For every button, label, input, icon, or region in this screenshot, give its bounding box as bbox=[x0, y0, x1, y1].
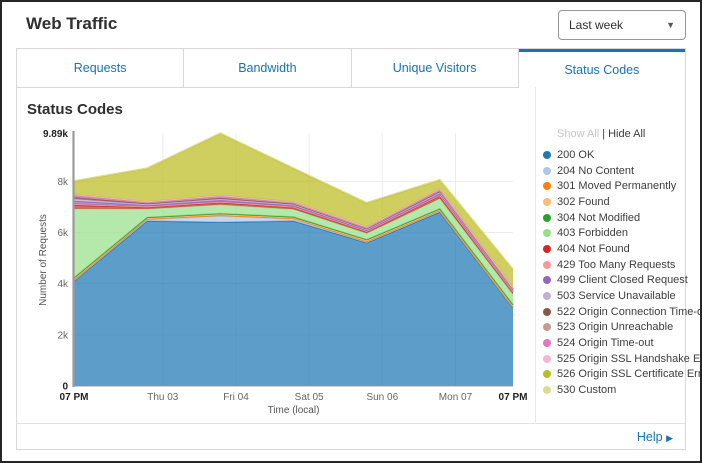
chart-legend: Show All|Hide All 200 OK 204 No Content 30… bbox=[543, 128, 691, 398]
legend-divider bbox=[535, 87, 536, 424]
tab-unique-visitors-label: Unique Visitors bbox=[393, 61, 477, 75]
legend-item-label: 523 Origin Unreachable bbox=[557, 321, 673, 333]
legend-item-204[interactable]: 204 No Content bbox=[543, 163, 691, 179]
tab-unique-visitors[interactable]: Unique Visitors bbox=[352, 49, 519, 88]
legend-item-label: 301 Moved Permanently bbox=[557, 180, 676, 192]
legend-dot-icon bbox=[543, 151, 551, 159]
hide-all-link[interactable]: Hide All bbox=[608, 128, 645, 140]
legend-item-label: 200 OK bbox=[557, 149, 594, 161]
legend-dot-icon bbox=[543, 339, 551, 347]
legend-dot-icon bbox=[543, 370, 551, 378]
help-link[interactable]: Help ▶ bbox=[637, 430, 673, 444]
legend-item-label: 503 Service Unavailable bbox=[557, 290, 676, 302]
legend-dot-icon bbox=[543, 245, 551, 253]
legend-header: Show All|Hide All bbox=[543, 128, 691, 140]
legend-item-404[interactable]: 404 Not Found bbox=[543, 241, 691, 257]
legend-dot-icon bbox=[543, 182, 551, 190]
legend-dot-icon bbox=[543, 323, 551, 331]
chevron-down-icon: ▼ bbox=[666, 20, 675, 30]
legend-dot-icon bbox=[543, 261, 551, 269]
legend-item-label: 499 Client Closed Request bbox=[557, 274, 688, 286]
tab-status-codes[interactable]: Status Codes bbox=[519, 49, 685, 88]
legend-item-403[interactable]: 403 Forbidden bbox=[543, 225, 691, 241]
legend-item-429[interactable]: 429 Too Many Requests bbox=[543, 257, 691, 273]
legend-item-200[interactable]: 200 OK bbox=[543, 147, 691, 163]
legend-item-label: 404 Not Found bbox=[557, 243, 630, 255]
legend-dot-icon bbox=[543, 198, 551, 206]
legend-dot-icon bbox=[543, 386, 551, 394]
legend-item-503[interactable]: 503 Service Unavailable bbox=[543, 288, 691, 304]
legend-item-label: 525 Origin SSL Handshake Error bbox=[557, 353, 702, 365]
legend-item-label: 526 Origin SSL Certificate Error bbox=[557, 368, 702, 380]
legend-dot-icon bbox=[543, 355, 551, 363]
page-title: Web Traffic bbox=[26, 14, 117, 34]
card-footer: Help ▶ bbox=[17, 423, 685, 449]
tab-bandwidth[interactable]: Bandwidth bbox=[184, 49, 351, 88]
legend-dot-icon bbox=[543, 229, 551, 237]
chart-title: Status Codes bbox=[27, 101, 123, 118]
legend-item-label: 530 Custom bbox=[557, 384, 616, 396]
legend-item-523[interactable]: 523 Origin Unreachable bbox=[543, 320, 691, 336]
legend-item-302[interactable]: 302 Found bbox=[543, 194, 691, 210]
legend-dot-icon bbox=[543, 276, 551, 284]
tab-status-codes-label: Status Codes bbox=[564, 63, 639, 77]
legend-item-label: 403 Forbidden bbox=[557, 227, 628, 239]
tab-requests[interactable]: Requests bbox=[17, 49, 184, 88]
legend-dot-icon bbox=[543, 292, 551, 300]
legend-item-304[interactable]: 304 Not Modified bbox=[543, 210, 691, 226]
legend-item-label: 304 Not Modified bbox=[557, 212, 640, 224]
legend-header-separator: | bbox=[602, 128, 605, 140]
legend-item-301[interactable]: 301 Moved Permanently bbox=[543, 178, 691, 194]
legend-item-label: 302 Found bbox=[557, 196, 610, 208]
tab-bar: Requests Bandwidth Unique Visitors Statu… bbox=[17, 49, 685, 88]
legend-item-522[interactable]: 522 Origin Connection Time-out bbox=[543, 304, 691, 320]
legend-dot-icon bbox=[543, 214, 551, 222]
legend-dot-icon bbox=[543, 308, 551, 316]
legend-item-label: 204 No Content bbox=[557, 165, 634, 177]
help-arrow-icon: ▶ bbox=[666, 433, 673, 443]
legend-item-526[interactable]: 526 Origin SSL Certificate Error bbox=[543, 367, 691, 383]
time-range-value: Last week bbox=[569, 18, 666, 32]
web-traffic-panel: Web Traffic Last week ▼ Requests Bandwid… bbox=[0, 0, 702, 463]
legend-item-524[interactable]: 524 Origin Time-out bbox=[543, 335, 691, 351]
legend-item-525[interactable]: 525 Origin SSL Handshake Error bbox=[543, 351, 691, 367]
legend-items: 200 OK 204 No Content 301 Moved Permanentl… bbox=[543, 147, 691, 398]
show-all-link[interactable]: Show All bbox=[557, 128, 599, 140]
legend-item-label: 524 Origin Time-out bbox=[557, 337, 654, 349]
tab-requests-label: Requests bbox=[74, 61, 127, 75]
legend-dot-icon bbox=[543, 167, 551, 175]
legend-item-label: 522 Origin Connection Time-out bbox=[557, 306, 702, 318]
legend-item-499[interactable]: 499 Client Closed Request bbox=[543, 273, 691, 289]
legend-item-label: 429 Too Many Requests bbox=[557, 259, 675, 271]
time-range-dropdown[interactable]: Last week ▼ bbox=[558, 10, 686, 40]
legend-item-530[interactable]: 530 Custom bbox=[543, 382, 691, 398]
tab-bandwidth-label: Bandwidth bbox=[238, 61, 296, 75]
